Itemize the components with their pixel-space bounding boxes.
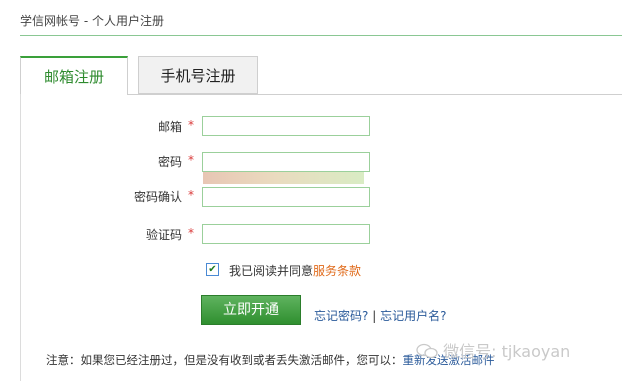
forgot-password-link[interactable]: 忘记密码? [314,309,368,323]
password-strength-bar [203,172,364,184]
captcha-label: 验证码 [145,228,182,242]
agreement-label: 我已阅读并同意 [229,264,314,278]
watermark: 微信号: tjkaoyan [416,338,570,362]
wechat-icon [416,343,438,359]
tab-email-register[interactable]: 邮箱注册 [20,56,128,95]
panel-border [20,94,21,381]
header-divider [20,35,622,36]
submit-button[interactable]: 立即开通 [201,295,301,325]
forgot-username-link[interactable]: 忘记用户名? [380,309,446,323]
confirm-password-label: 密码确认 [133,190,182,204]
email-label: 邮箱 [157,120,182,134]
captcha-field[interactable] [202,224,370,244]
link-separator: | [372,309,377,323]
terms-link[interactable]: 服务条款 [313,264,361,278]
email-required-mark: * [188,118,194,132]
captcha-required-mark: * [188,226,194,240]
page-title: 学信网帐号 - 个人用户注册 [20,14,164,28]
password-label: 密码 [157,155,182,169]
password-field[interactable] [202,152,370,172]
tab-active-indicator [21,93,127,95]
tab-phone-register[interactable]: 手机号注册 [138,56,258,94]
watermark-text: 微信号: tjkaoyan [443,342,571,361]
email-field[interactable] [202,116,370,136]
confirm-password-field[interactable] [202,187,370,207]
confirm-required-mark: * [188,188,194,202]
agreement-text: 我已阅读并同意服务条款 [229,262,361,279]
note-text: 注意：如果您已经注册过，但是没有收到或者丢失激活邮件，您可以： [46,353,403,367]
password-required-mark: * [188,153,194,167]
check-icon: ✔ [208,264,217,275]
forgot-links: 忘记密码? | 忘记用户名? [314,307,446,324]
agreement-checkbox[interactable]: ✔ [206,263,219,276]
